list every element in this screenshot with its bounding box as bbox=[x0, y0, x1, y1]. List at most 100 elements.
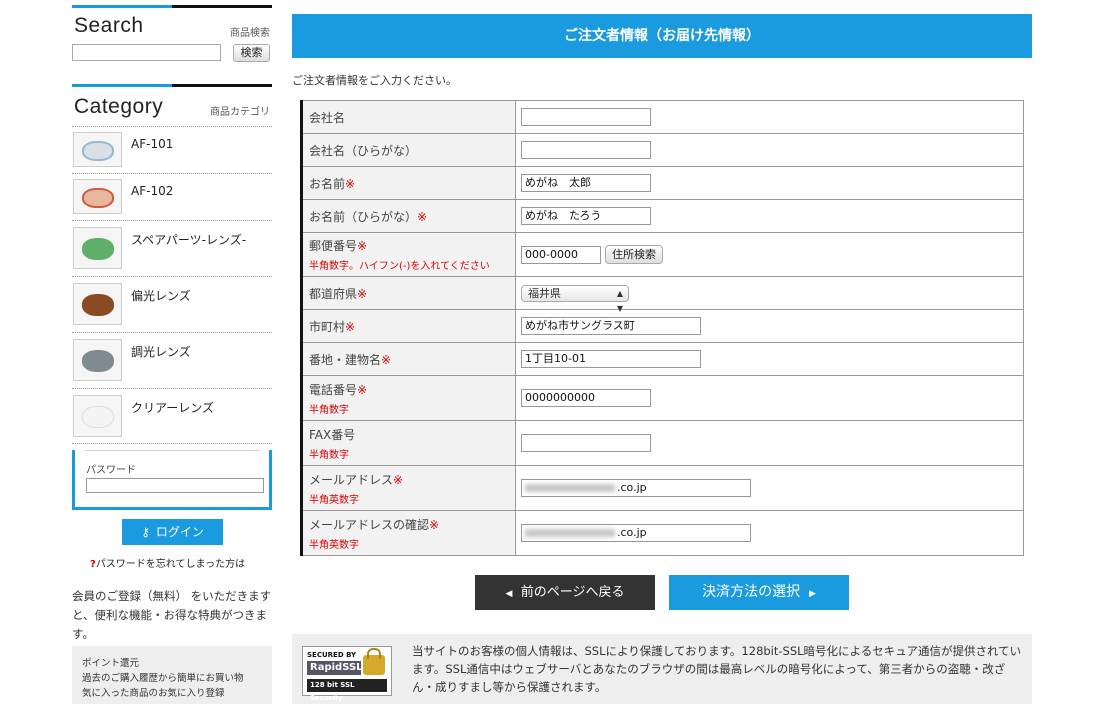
required-mark: ※ bbox=[393, 472, 404, 487]
zip-label: 郵便番号 bbox=[309, 239, 358, 253]
category-label[interactable]: AF-101 bbox=[131, 137, 173, 151]
form-row-company-kana: 会社名（ひらがな） bbox=[301, 133, 1024, 167]
required-mark: ※ bbox=[345, 319, 356, 334]
product-thumbnail[interactable] bbox=[73, 339, 122, 381]
product-thumbnail[interactable] bbox=[73, 227, 122, 269]
select-arrows-icon: ▲ ▼ bbox=[616, 288, 623, 313]
forgot-password-label[interactable]: パスワードを忘れてしまった方は bbox=[96, 559, 245, 570]
email-confirm-note: 半角英数字 bbox=[309, 539, 359, 551]
name-kana-label: お名前（ひらがな） bbox=[309, 209, 418, 224]
back-button[interactable]: ◀ 前のページへ戻る bbox=[475, 575, 655, 610]
next-button[interactable]: 決済方法の選択 ▶ bbox=[669, 575, 849, 610]
field-label: メールアドレス※ 半角英数字 bbox=[301, 465, 516, 511]
required-mark: ※ bbox=[345, 176, 356, 191]
category-title: Category bbox=[74, 95, 164, 118]
search-button[interactable]: 検索 bbox=[233, 44, 270, 62]
company-kana-input[interactable] bbox=[521, 141, 651, 159]
category-item-polarized[interactable]: 偏光レンズ bbox=[72, 276, 272, 332]
name-label: お名前 bbox=[309, 176, 346, 191]
address-lookup-button[interactable]: 住所検索 bbox=[605, 245, 663, 264]
field-label: 郵便番号※ 半角数字。ハイフン(-)を入れてください bbox=[301, 232, 516, 277]
required-mark: ※ bbox=[381, 352, 392, 367]
order-form: 会社名 会社名（ひらがな） お名前※ めがね 太郎 お名前（ひらがな）※ めがね… bbox=[300, 100, 1024, 556]
search-header: Search 商品検索 bbox=[72, 5, 272, 41]
forgot-password-link[interactable]: ?パスワードを忘れてしまった方は bbox=[90, 555, 245, 570]
blurred-text bbox=[525, 484, 615, 492]
pref-label: 都道府県 bbox=[309, 286, 358, 301]
form-row-city: 市町村※ めがね市サングラス町 bbox=[301, 309, 1024, 343]
zip-input[interactable]: 000-0000 bbox=[521, 245, 601, 264]
divider bbox=[85, 450, 259, 451]
fax-note: 半角数字 bbox=[309, 449, 349, 461]
next-button-label[interactable]: 決済方法の選択 bbox=[702, 584, 800, 600]
required-mark: ※ bbox=[357, 286, 368, 301]
name-kana-input[interactable]: めがね たろう bbox=[521, 207, 651, 225]
sidebar: Search 商品検索 検索 Category 商品カテゴリ AF-101 AF… bbox=[72, 0, 272, 704]
city-input[interactable]: めがね市サングラス町 bbox=[521, 317, 701, 335]
address-input[interactable]: 1丁目10-01 bbox=[521, 350, 701, 368]
field-value-cell bbox=[515, 100, 1024, 134]
ssl-seal-line3: 128 bit SSL Security bbox=[307, 679, 387, 702]
fax-input[interactable] bbox=[521, 434, 651, 452]
field-label: 市町村※ bbox=[301, 309, 516, 343]
required-mark: ※ bbox=[357, 382, 368, 397]
prefecture-value[interactable]: 福井県 bbox=[528, 287, 561, 300]
category-item-spare-lens[interactable]: スペアパーツ-レンズ- bbox=[72, 220, 272, 276]
category-item-clear[interactable]: クリアーレンズ bbox=[72, 388, 272, 444]
field-label: メールアドレスの確認※ 半角英数字 bbox=[301, 510, 516, 556]
category-item-photochromic[interactable]: 調光レンズ bbox=[72, 332, 272, 388]
ssl-seal-line1: SECURED BY bbox=[307, 651, 357, 659]
field-label: FAX番号半角数字 bbox=[301, 420, 516, 466]
email-confirm-suffix: .co.jp bbox=[617, 526, 647, 539]
product-thumbnail[interactable] bbox=[73, 179, 122, 214]
tel-input[interactable]: 0000000000 bbox=[521, 389, 651, 407]
category-label[interactable]: AF-102 bbox=[131, 184, 173, 198]
triangle-left-icon: ◀ bbox=[505, 589, 513, 599]
tel-note: 半角数字 bbox=[309, 404, 349, 416]
form-row-fax: FAX番号半角数字 bbox=[301, 420, 1024, 466]
company-kana-label: 会社名（ひらがな） bbox=[309, 143, 418, 158]
form-row-email-confirm: メールアドレスの確認※ 半角英数字 .co.jp bbox=[301, 510, 1024, 556]
back-button-label[interactable]: 前のページへ戻る bbox=[521, 585, 625, 600]
email-confirm-input[interactable]: .co.jp bbox=[521, 524, 751, 542]
field-value-cell: .co.jp bbox=[515, 465, 1024, 511]
company-input[interactable] bbox=[521, 108, 651, 126]
page-title: ご注文者情報（お届け先情報） bbox=[292, 14, 1032, 58]
category-list: AF-101 AF-102 スペアパーツ-レンズ- 偏光レンズ 調光レンズ クリ… bbox=[72, 126, 272, 444]
form-row-pref: 都道府県※ 福井県 ▲ ▼ bbox=[301, 276, 1024, 313]
login-button-label[interactable]: ログイン bbox=[156, 525, 204, 539]
field-value-cell: .co.jp bbox=[515, 510, 1024, 556]
email-confirm-label: メールアドレスの確認 bbox=[309, 517, 430, 532]
category-item-af102[interactable]: AF-102 bbox=[72, 173, 272, 220]
category-label[interactable]: 偏光レンズ bbox=[131, 287, 191, 304]
email-input[interactable]: .co.jp bbox=[521, 479, 751, 497]
category-label[interactable]: スペアパーツ-レンズ- bbox=[131, 231, 246, 248]
category-subtitle: 商品カテゴリ bbox=[210, 107, 270, 118]
login-button[interactable]: ⚷ ログイン bbox=[122, 519, 223, 545]
fax-label: FAX番号 bbox=[309, 427, 356, 442]
required-mark: ※ bbox=[417, 209, 428, 224]
field-value-cell: めがね市サングラス町 bbox=[515, 309, 1024, 343]
category-item-af101[interactable]: AF-101 bbox=[72, 126, 272, 173]
padlock-icon bbox=[363, 648, 385, 675]
field-label: 会社名（ひらがな） bbox=[301, 133, 516, 167]
email-note: 半角英数字 bbox=[309, 494, 359, 506]
required-mark: ※ bbox=[357, 239, 368, 253]
category-label[interactable]: クリアーレンズ bbox=[131, 399, 214, 416]
form-row-company: 会社名 bbox=[301, 100, 1024, 134]
field-value-cell: めがね 太郎 bbox=[515, 166, 1024, 200]
ssl-seal[interactable]: SECURED BY RapidSSL 128 bit SSL Security bbox=[302, 646, 392, 702]
product-thumbnail[interactable] bbox=[73, 395, 122, 437]
password-input[interactable] bbox=[86, 478, 264, 493]
name-input[interactable]: めがね 太郎 bbox=[521, 174, 651, 192]
field-label: 番地・建物名※ bbox=[301, 342, 516, 376]
category-label[interactable]: 調光レンズ bbox=[131, 343, 191, 360]
prefecture-select[interactable]: 福井県 ▲ ▼ bbox=[521, 284, 629, 313]
company-label: 会社名 bbox=[309, 110, 346, 125]
search-input[interactable] bbox=[72, 44, 221, 61]
field-label: お名前※ bbox=[301, 166, 516, 200]
ssl-notice: SECURED BY RapidSSL 128 bit SSL Security… bbox=[292, 634, 1032, 704]
product-thumbnail[interactable] bbox=[73, 283, 122, 325]
field-value-cell: 1丁目10-01 bbox=[515, 342, 1024, 376]
product-thumbnail[interactable] bbox=[73, 132, 122, 167]
